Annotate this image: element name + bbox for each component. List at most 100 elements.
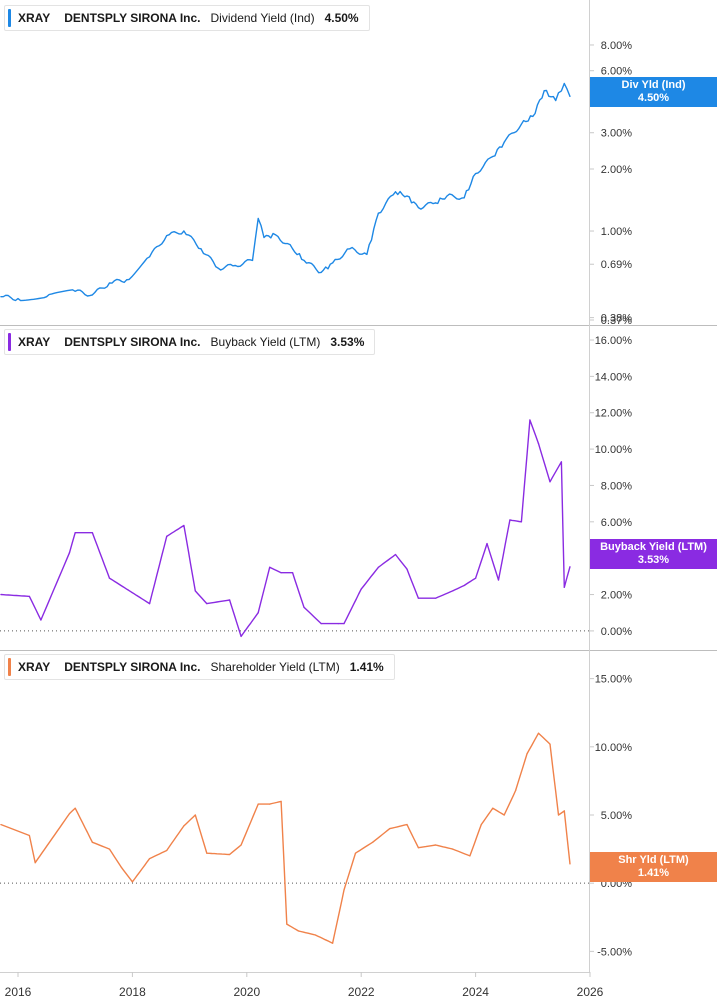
data-point [434,597,437,599]
data-point [406,195,408,197]
data-point [515,789,517,792]
data-point [417,847,419,849]
data-point [434,844,437,846]
data-point [377,212,379,214]
data-point [503,141,505,143]
y-tick-label: 10.00% [595,444,633,456]
y-tick-label: 8.00% [601,480,632,492]
x-tick-label: 2024 [462,985,489,999]
data-point [337,623,339,625]
x-tick-label: 2018 [119,985,146,999]
data-point [108,282,111,284]
data-point [452,848,454,850]
tag-value: 3.53% [637,554,670,566]
data-point [200,248,202,250]
data-point [332,262,334,264]
legend-metric: Buyback Yield (LTM) [210,335,321,349]
y-tick-label: 1.00% [601,226,632,238]
tag-label: Shr Yld (LTM) [618,854,689,866]
data-point [475,577,477,579]
data-point [297,930,299,932]
data-point [520,521,522,523]
data-point [349,248,351,250]
legend-company: DENTSPLY SIRONA Inc. [64,660,201,674]
data-point [343,623,345,625]
data-point [286,923,288,925]
data-point [463,584,465,587]
tag-label: Div Yld (Ind) [621,79,686,91]
data-point [68,813,71,815]
x-tick-label: 2016 [5,985,32,999]
data-point [17,297,19,300]
data-point [394,553,397,556]
data-point [91,294,93,296]
data-point [291,248,294,250]
tag-label: Buyback Yield (LTM) [600,541,707,553]
data-point [74,532,76,534]
data-point [520,123,522,125]
legend-shareholder: XRAY DENTSPLY SIRONA Inc. Shareholder Yi… [4,654,395,680]
data-point [469,855,471,857]
data-point [269,803,271,805]
data-point [526,753,528,755]
data-point [452,590,454,592]
data-point [229,599,231,601]
data-point [503,814,505,816]
shareholder-value-tag: Shr Yld (LTM) 1.41% [590,852,717,882]
legend-metric: Shareholder Yield (LTM) [210,660,340,674]
data-point [166,235,168,237]
series-color-swatch [8,9,11,27]
legend-metric: Dividend Yield (Ind) [210,11,315,25]
data-point [377,566,379,568]
data-point [314,934,317,936]
y-tick-label: 6.00% [601,517,632,529]
data-point [557,814,560,816]
data-point [240,635,242,637]
data-point [354,852,357,854]
data-point [108,577,111,579]
data-point [120,866,122,868]
data-point [569,95,571,98]
data-point [183,230,185,232]
legend-value: 1.41% [349,660,384,674]
data-point [549,743,551,745]
data-point [257,612,259,614]
data-point [251,259,254,262]
data-point [257,217,259,220]
data-point [475,173,477,175]
data-point [206,852,208,854]
data-point [509,519,511,521]
data-point [497,579,500,581]
data-point [229,853,231,856]
tag-value: 4.50% [637,92,670,104]
data-point [148,256,151,258]
data-point [194,590,196,592]
y-tick-label: 6.00% [601,66,632,78]
data-point [320,623,322,625]
x-tick-label: 2022 [348,985,375,999]
legend-value: 4.50% [324,11,359,25]
data-point [40,619,42,621]
y-tick-label: 2.00% [601,590,632,602]
y-tick-label: 16.00% [595,335,633,347]
data-point [320,271,322,273]
data-point [366,253,368,256]
data-point [126,279,128,281]
data-point [563,810,565,812]
data-point [46,296,48,298]
legend-value: 3.53% [330,335,365,349]
y-tick-label: 12.00% [595,408,633,420]
data-point [549,481,551,483]
data-point [417,206,419,209]
data-point [417,597,419,599]
data-point [360,588,362,590]
data-point [343,889,345,891]
x-tick-label: 2026 [577,985,604,999]
data-point [291,572,294,574]
data-point [0,823,2,826]
y-tick-label: 8.00% [601,40,632,52]
buyback-value-tag: Buyback Yield (LTM) 3.53% [590,539,717,569]
data-point [532,115,534,118]
data-point [555,99,557,102]
data-point [563,586,565,588]
